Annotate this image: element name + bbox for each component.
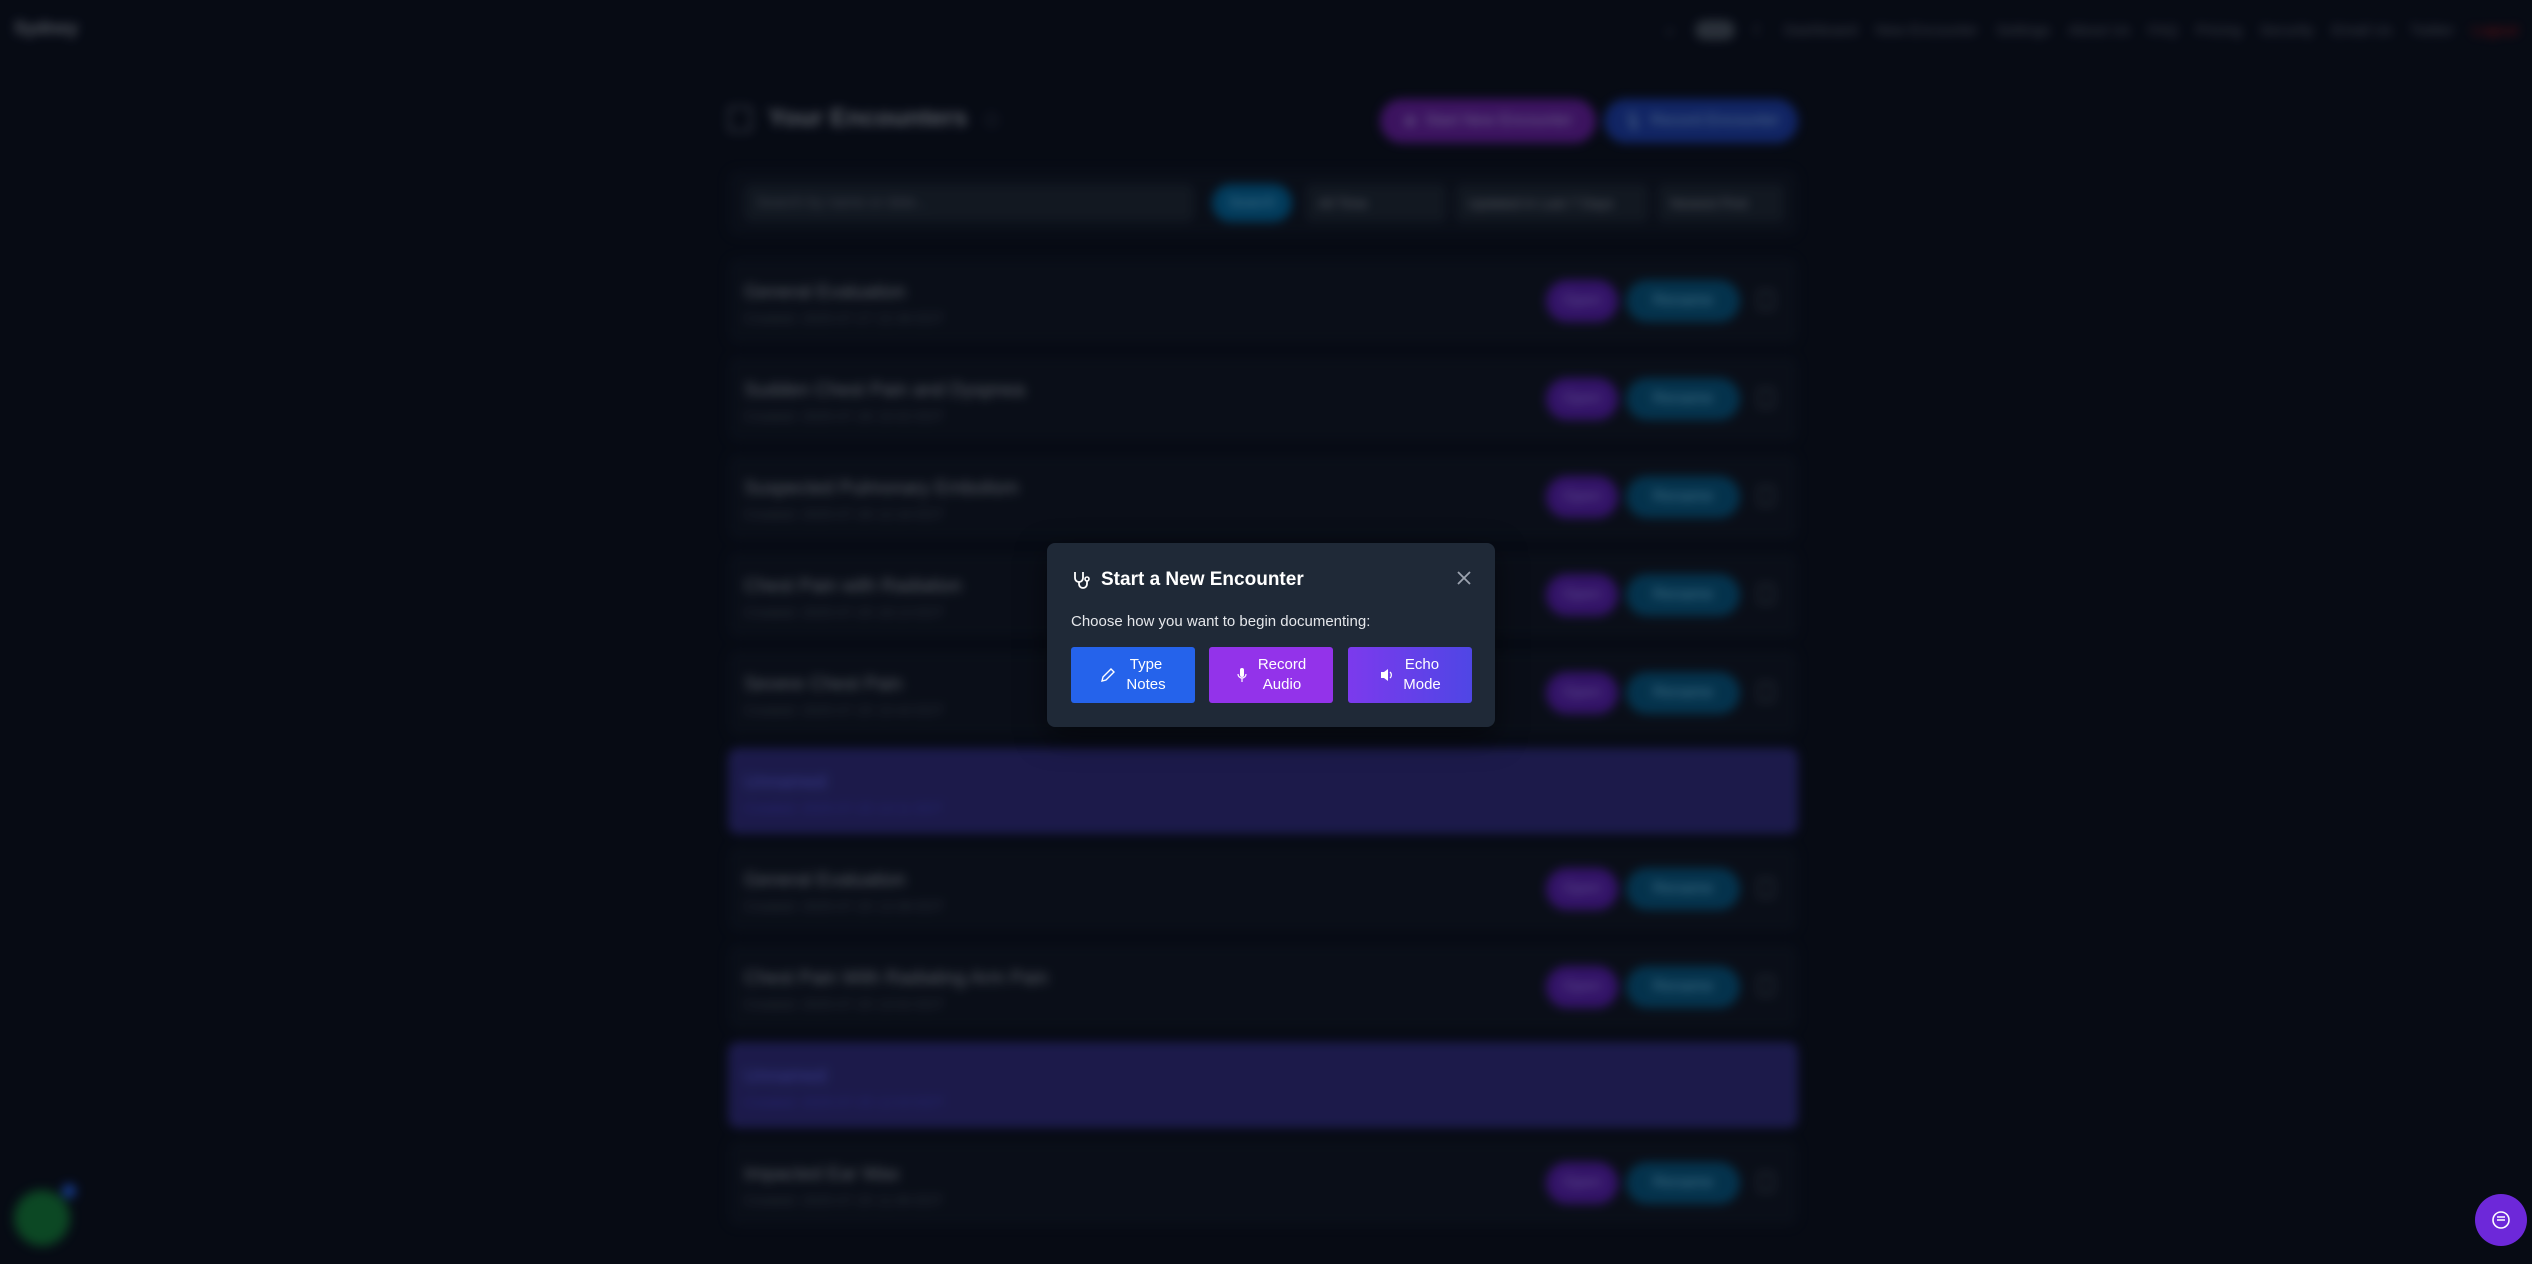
close-icon[interactable] — [1453, 567, 1475, 589]
echo-mode-line1: Echo — [1404, 656, 1440, 673]
echo-mode-label: Echo Mode — [1403, 655, 1441, 695]
stethoscope-icon — [1074, 572, 1090, 589]
microphone-icon — [1237, 668, 1247, 682]
type-notes-line2: Notes — [1126, 676, 1166, 693]
pencil-icon — [1101, 668, 1116, 682]
modal-header: Start a New Encounter — [1071, 569, 1304, 591]
type-notes-label: Type Notes — [1126, 655, 1165, 695]
record-audio-button[interactable]: Record Audio — [1209, 647, 1333, 703]
echo-mode-button[interactable]: Echo Mode — [1348, 647, 1472, 703]
chat-icon — [2492, 1211, 2510, 1229]
modal-title: Start a New Encounter — [1101, 569, 1304, 590]
chat-assistant-button[interactable] — [2475, 1194, 2527, 1246]
type-notes-line1: Type — [1129, 656, 1163, 673]
echo-mode-line2: Mode — [1403, 676, 1441, 693]
type-notes-button[interactable]: Type Notes — [1071, 647, 1195, 703]
record-audio-label: Record Audio — [1258, 655, 1306, 695]
start-encounter-modal: Start a New Encounter Choose how you wan… — [1047, 543, 1495, 727]
modal-description: Choose how you want to begin documenting… — [1071, 613, 1371, 630]
record-audio-line1: Record — [1257, 656, 1307, 673]
record-audio-line2: Audio — [1262, 676, 1302, 693]
speaker-icon — [1381, 669, 1393, 681]
